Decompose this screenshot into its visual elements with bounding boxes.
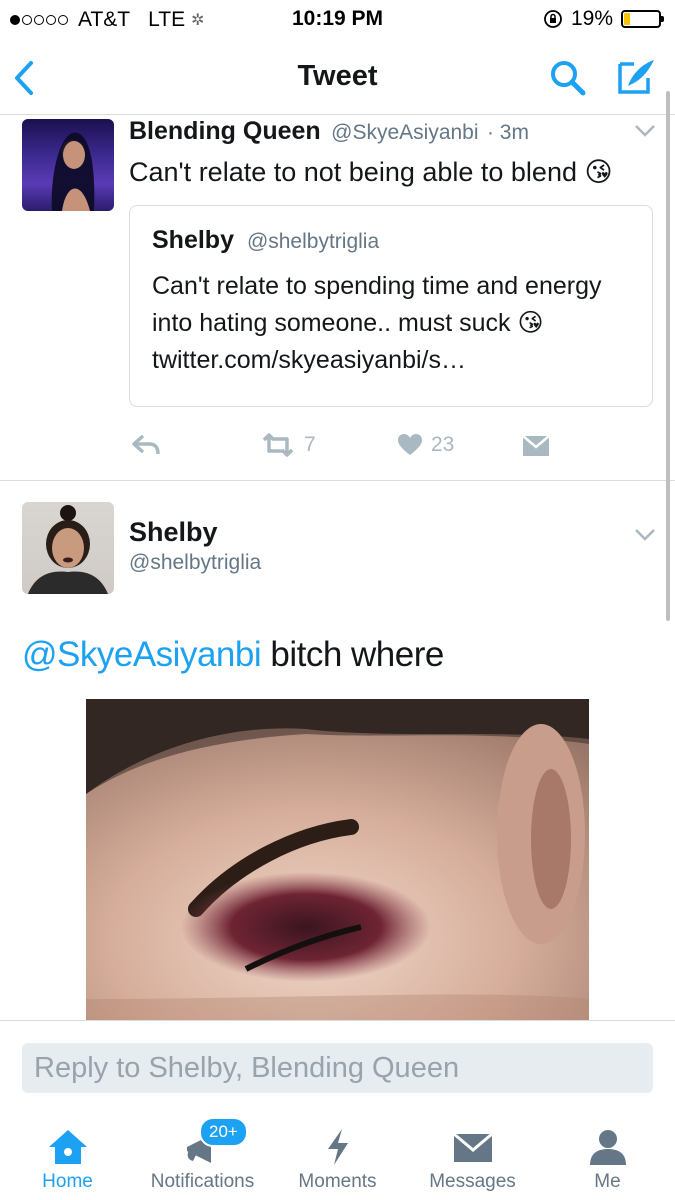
search-icon[interactable]: [548, 58, 588, 98]
navigation-bar: Tweet: [0, 40, 675, 115]
tab-home-label: Home: [42, 1171, 93, 1192]
author-name[interactable]: Shelby: [129, 517, 218, 548]
tweet-text: Can't relate to not being able to blend …: [129, 157, 613, 187]
tab-moments-label: Moments: [298, 1171, 377, 1192]
author-handle[interactable]: @SkyeAsiyanbi: [331, 121, 478, 144]
orientation-lock-icon: [544, 10, 562, 28]
like-count: 23: [431, 433, 455, 456]
tweet-body: bitch where: [261, 635, 444, 674]
quoted-author-handle: @shelbytriglia: [246, 230, 380, 253]
notifications-badge: 20+: [199, 1117, 248, 1147]
tab-home[interactable]: Home: [0, 1115, 135, 1193]
eye-makeup-photo: [86, 699, 589, 1021]
chevron-down-icon[interactable]: [634, 123, 656, 139]
tab-bar: Home Notifications Moments Messages Me: [0, 1115, 675, 1200]
tab-moments[interactable]: Moments: [270, 1115, 405, 1193]
avatar[interactable]: [22, 119, 114, 211]
quoted-author: Shelby @shelbytriglia: [152, 226, 379, 255]
reply-icon: [132, 434, 160, 455]
tweet-quote[interactable]: Blending Queen @SkyeAsiyanbi · 3m Can't …: [0, 115, 675, 481]
tab-me[interactable]: Me: [540, 1115, 675, 1193]
tab-messages[interactable]: Messages: [405, 1115, 540, 1193]
direct-message-button[interactable]: [522, 435, 550, 457]
compose-icon[interactable]: [614, 54, 658, 98]
tab-notifications-label: Notifications: [150, 1171, 255, 1192]
battery-percent: 19%: [570, 7, 613, 30]
battery-icon: [621, 10, 664, 28]
avatar[interactable]: [22, 502, 114, 594]
author-handle[interactable]: @shelbytriglia: [129, 551, 261, 575]
heart-icon: [398, 434, 422, 455]
tweet-header: Blending Queen @SkyeAsiyanbi · 3m: [129, 117, 529, 146]
like-button[interactable]: 23: [397, 433, 454, 457]
envelope-icon: [522, 435, 550, 456]
tweet-timestamp: · 3m: [486, 121, 529, 144]
status-right: 19%: [543, 7, 664, 31]
home-icon: [48, 1130, 87, 1164]
reply-input[interactable]: [22, 1043, 646, 1093]
retweet-icon: [262, 433, 294, 457]
quoted-tweet-text: Can't relate to spending time and energy…: [152, 272, 602, 374]
messages-icon: [452, 1132, 493, 1162]
moments-icon: [327, 1129, 348, 1165]
reply-button[interactable]: [131, 433, 161, 457]
quoted-author-name: Shelby: [152, 226, 234, 254]
chevron-down-icon[interactable]: [634, 527, 656, 543]
tweet-main[interactable]: Shelby @shelbytriglia @SkyeAsiyanbi bitc…: [0, 91, 675, 1021]
author-name[interactable]: Blending Queen: [129, 117, 321, 145]
retweet-button[interactable]: 7: [260, 433, 316, 457]
status-bar: AT&T LTE ✲ 10:19 PM 19%: [0, 0, 675, 40]
tweet-media-photo[interactable]: [86, 699, 589, 1021]
me-icon: [589, 1130, 626, 1165]
quoted-tweet-card[interactable]: Shelby @shelbytriglia Can't relate to sp…: [129, 205, 653, 407]
tab-messages-label: Messages: [429, 1171, 516, 1192]
reply-input-container[interactable]: [22, 1043, 653, 1093]
battery-level-fill: [624, 13, 631, 25]
mention-link[interactable]: @SkyeAsiyanbi: [22, 635, 262, 674]
scroll-indicator[interactable]: [666, 91, 670, 621]
tweet-text: @SkyeAsiyanbi bitch where: [22, 635, 444, 675]
retweet-count: 7: [304, 433, 316, 456]
tab-me-label: Me: [594, 1171, 621, 1192]
avatar-portrait-icon: [28, 505, 108, 594]
avatar-portrait-icon: [51, 132, 95, 211]
